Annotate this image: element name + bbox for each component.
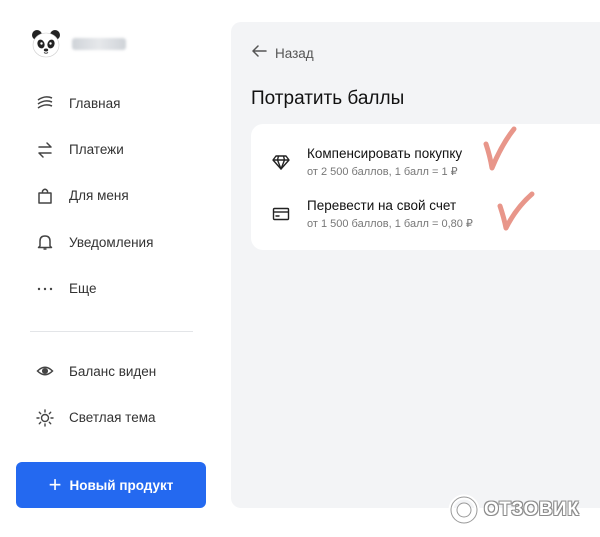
sidebar-item-notifications[interactable]: Уведомления (30, 219, 210, 265)
checkmark-annotation (497, 191, 535, 231)
balance-visibility-toggle[interactable]: Баланс виден (30, 348, 210, 394)
option-subtitle: от 2 500 баллов, 1 балл = 1 ₽ (307, 166, 458, 178)
option-title: Компенсировать покупку (307, 146, 463, 161)
sidebar-item-home[interactable]: Главная (30, 80, 210, 126)
arrow-left-icon (251, 44, 267, 63)
sidebar-item-label: Светлая тема (69, 410, 156, 426)
eye-icon (36, 361, 64, 381)
main-panel: Назад Потратить баллы Компенсировать пок… (231, 22, 600, 508)
user-profile[interactable] (30, 28, 126, 60)
sidebar-item-payments[interactable]: Платежи (30, 126, 210, 172)
sidebar-item-label: Еще (69, 281, 97, 297)
username-blurred (72, 38, 126, 50)
sidebar: Главная Платежи Для меня Уведомления Еще… (0, 0, 225, 537)
theme-toggle[interactable]: Светлая тема (30, 394, 210, 440)
option-transfer-to-account[interactable]: Перевести на свой счет от 1 500 баллов, … (251, 190, 600, 242)
option-compensate-purchase[interactable]: Компенсировать покупку от 2 500 баллов, … (251, 138, 600, 190)
sidebar-settings: Баланс виден Светлая тема (30, 348, 210, 441)
sidebar-item-label: Уведомления (69, 234, 154, 250)
bell-icon (36, 232, 64, 252)
sidebar-item-label: Баланс виден (69, 363, 157, 379)
home-waves-icon (36, 93, 64, 113)
panda-avatar[interactable] (30, 28, 62, 60)
sidebar-item-more[interactable]: Еще (30, 266, 210, 312)
sidebar-item-for-me[interactable]: Для меня (30, 173, 210, 219)
checkmark-annotation (483, 126, 517, 171)
sidebar-divider (30, 331, 193, 332)
new-product-button[interactable]: + Новый продукт (16, 462, 206, 508)
otzovik-watermark: ОТЗОВИК (448, 494, 579, 526)
options-card: Компенсировать покупку от 2 500 баллов, … (251, 124, 600, 250)
transfer-arrows-icon (36, 140, 64, 160)
sidebar-item-label: Платежи (69, 142, 124, 158)
sidebar-item-label: Главная (69, 95, 121, 111)
watermark-text: ОТЗОВИК (484, 499, 580, 520)
option-subtitle: от 1 500 баллов, 1 балл = 0,80 ₽ (307, 218, 473, 230)
diamond-icon (271, 152, 291, 172)
option-title: Перевести на свой счет (307, 198, 457, 213)
page-title: Потратить баллы (251, 88, 405, 109)
more-dots-icon (36, 279, 64, 299)
back-button[interactable]: Назад (251, 44, 314, 63)
sun-icon (36, 408, 64, 428)
watermark-logo-icon (448, 494, 480, 526)
new-product-label: Новый продукт (69, 477, 174, 493)
plus-icon: + (48, 472, 62, 497)
card-icon (271, 204, 291, 224)
sidebar-item-label: Для меня (69, 188, 129, 204)
shopping-bag-icon (36, 186, 64, 206)
back-label: Назад (275, 46, 314, 61)
sidebar-nav: Главная Платежи Для меня Уведомления Еще (30, 80, 210, 312)
